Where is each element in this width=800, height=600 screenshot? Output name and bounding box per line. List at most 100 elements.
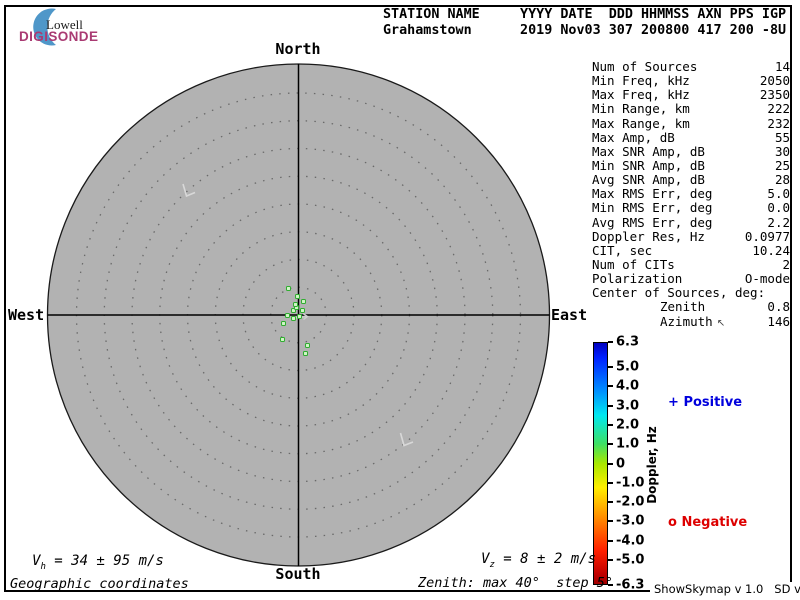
stat-label: Min Freq, kHz xyxy=(592,73,690,89)
station-header: STATION NAME YYYY DATE DDD HHMMSS AXN PP… xyxy=(383,7,786,39)
negative-symbol-icon: o xyxy=(668,515,677,530)
source-dot xyxy=(281,320,287,326)
source-dot xyxy=(280,337,286,343)
colorbar-tick-mark xyxy=(608,462,613,465)
colorbar-tick-label: 0 xyxy=(616,456,626,471)
source-dot xyxy=(297,314,302,320)
stat-row: Max Freq, kHz 2350 xyxy=(592,88,790,102)
colorbar-tick-label: 1.0 xyxy=(616,436,640,452)
colorbar-tick-mark xyxy=(608,501,613,504)
stat-row: CIT, sec 10.24 xyxy=(592,242,790,258)
stat-value: 2 xyxy=(782,256,790,272)
header-columns: STATION NAME YYYY DATE DDD HHMMSS AXN PP… xyxy=(383,7,787,22)
stat-row: Avg SNR Amp, dB 28 xyxy=(592,172,790,188)
colorbar-tick-label: -2.0 xyxy=(616,494,645,510)
colorbar-tick-mark xyxy=(608,539,613,542)
stat-label: Max Freq, kHz xyxy=(592,87,690,103)
stat-label: Min Range, km xyxy=(592,101,690,117)
label-east: East xyxy=(551,306,588,324)
colorbar-tick-mark xyxy=(608,481,613,484)
stat-label: Max Range, km xyxy=(592,115,690,131)
stat-value: 10.24 xyxy=(752,242,790,258)
stat-value: 2.2 xyxy=(767,214,790,230)
colorbar-tick-mark xyxy=(608,423,613,426)
stat-value: 2350 xyxy=(759,87,790,103)
stat-value: 25 xyxy=(774,157,790,173)
stat-label: Avg SNR Amp, dB xyxy=(592,172,705,188)
colorbar-tick-mark xyxy=(608,558,613,561)
legend-positive: + Positive xyxy=(668,395,742,410)
colorbar-tick-label: -6.3 xyxy=(616,577,645,593)
stat-label: Max RMS Err, deg xyxy=(592,186,713,202)
source-dot xyxy=(295,293,301,299)
source-dot xyxy=(292,302,298,308)
stat-row: Max RMS Err, deg 5.0 xyxy=(592,187,790,201)
logo-digisonde-text: DIGISONDE xyxy=(19,29,99,44)
stat-row: Zenith 0.8 xyxy=(592,300,790,314)
stat-label: Azimuth ↖ xyxy=(660,313,726,329)
stat-row: Num of Sources 14 xyxy=(592,59,790,74)
stat-value: 0.0977 xyxy=(744,228,790,244)
source-dot xyxy=(285,285,291,291)
label-south: South xyxy=(275,565,321,583)
version-text: ShowSkymap v 1.0 SD v 5.1 xyxy=(650,582,800,596)
showskymap-window: Lowell DIGISONDE STATION NAME YYYY DATE … xyxy=(0,0,800,600)
source-dot xyxy=(299,308,305,314)
stat-value: 232 xyxy=(767,115,790,131)
colorbar-tick-label: 2.0 xyxy=(616,417,640,433)
stat-row: Max SNR Amp, dB 30 xyxy=(592,143,790,159)
source-dot xyxy=(305,343,311,349)
stat-row: Min Freq, kHz 2050 xyxy=(592,73,790,89)
stat-label: Max SNR Amp, dB xyxy=(592,143,705,159)
colorbar-tick-mark xyxy=(608,404,613,407)
stat-label: Polarization xyxy=(592,271,683,287)
stat-value: 0.0 xyxy=(767,200,790,216)
stat-row: Max Amp, dB 55 xyxy=(592,129,790,145)
stat-row: Polarization O-mode xyxy=(592,271,790,287)
stat-label: CIT, sec xyxy=(592,242,653,258)
stat-value: 2050 xyxy=(759,73,790,89)
legend-positive-label: Positive xyxy=(683,395,743,410)
stat-label: Max Amp, dB xyxy=(592,129,675,145)
source-dot xyxy=(302,350,308,356)
stat-label: Num of CITs xyxy=(592,256,675,272)
stat-value: 0.8 xyxy=(767,299,790,315)
stat-row: Azimuth ↖ 146 xyxy=(592,313,790,329)
colorbar-title: Doppler, Hz xyxy=(645,426,659,504)
stat-label: Zenith xyxy=(660,299,706,315)
stat-row: Doppler Res, Hz 0.0977 xyxy=(592,228,790,244)
stat-row: Avg RMS Err, deg 2.2 xyxy=(592,214,790,230)
stat-label: Avg RMS Err, deg xyxy=(592,214,713,230)
colorbar-tick-label: -1.0 xyxy=(616,475,645,491)
doppler-colorbar xyxy=(593,342,608,585)
vertical-velocity: Vz = 8 ± 2 m/s xyxy=(481,551,597,570)
colorbar-tick-label: -5.0 xyxy=(616,552,645,568)
colorbar-tick-label: 3.0 xyxy=(616,398,640,414)
stat-row: Min SNR Amp, dB 25 xyxy=(592,157,790,173)
stat-value: 146 xyxy=(767,313,790,329)
stat-label: Min SNR Amp, dB xyxy=(592,157,705,173)
stat-label: Doppler Res, Hz xyxy=(592,228,705,244)
azimuth-direction-icon: ↖ xyxy=(716,317,726,329)
colorbar-tick-label: 6.3 xyxy=(616,334,640,350)
stat-row: Center of Sources, deg: xyxy=(592,286,790,300)
stat-value: 55 xyxy=(774,129,790,145)
label-north: North xyxy=(275,40,321,58)
colorbar-tick-mark xyxy=(608,366,613,369)
legend-negative-label: Negative xyxy=(681,515,748,530)
stat-value: 28 xyxy=(774,172,790,188)
stat-value: 30 xyxy=(774,143,790,159)
source-dot xyxy=(301,298,307,304)
stat-value: 222 xyxy=(767,101,790,117)
legend-negative: o Negative xyxy=(668,515,747,530)
stat-value: 14 xyxy=(774,59,790,74)
stat-row: Num of CITs 2 xyxy=(592,256,790,272)
colorbar-tick-label: 5.0 xyxy=(616,359,640,375)
colorbar-tick-mark xyxy=(608,520,613,523)
stat-value: O-mode xyxy=(744,271,790,287)
stats-panel: Num of Sources 14 Min Freq, kHz 2050 Max Fre… xyxy=(592,59,790,329)
label-west: West xyxy=(8,306,45,324)
stat-row: Max Range, km 232 xyxy=(592,115,790,131)
header-values: Grahamstown 2019 Nov03 307 200800 417 20… xyxy=(383,23,787,38)
coordinates-note: Geographic coordinates xyxy=(10,576,189,592)
